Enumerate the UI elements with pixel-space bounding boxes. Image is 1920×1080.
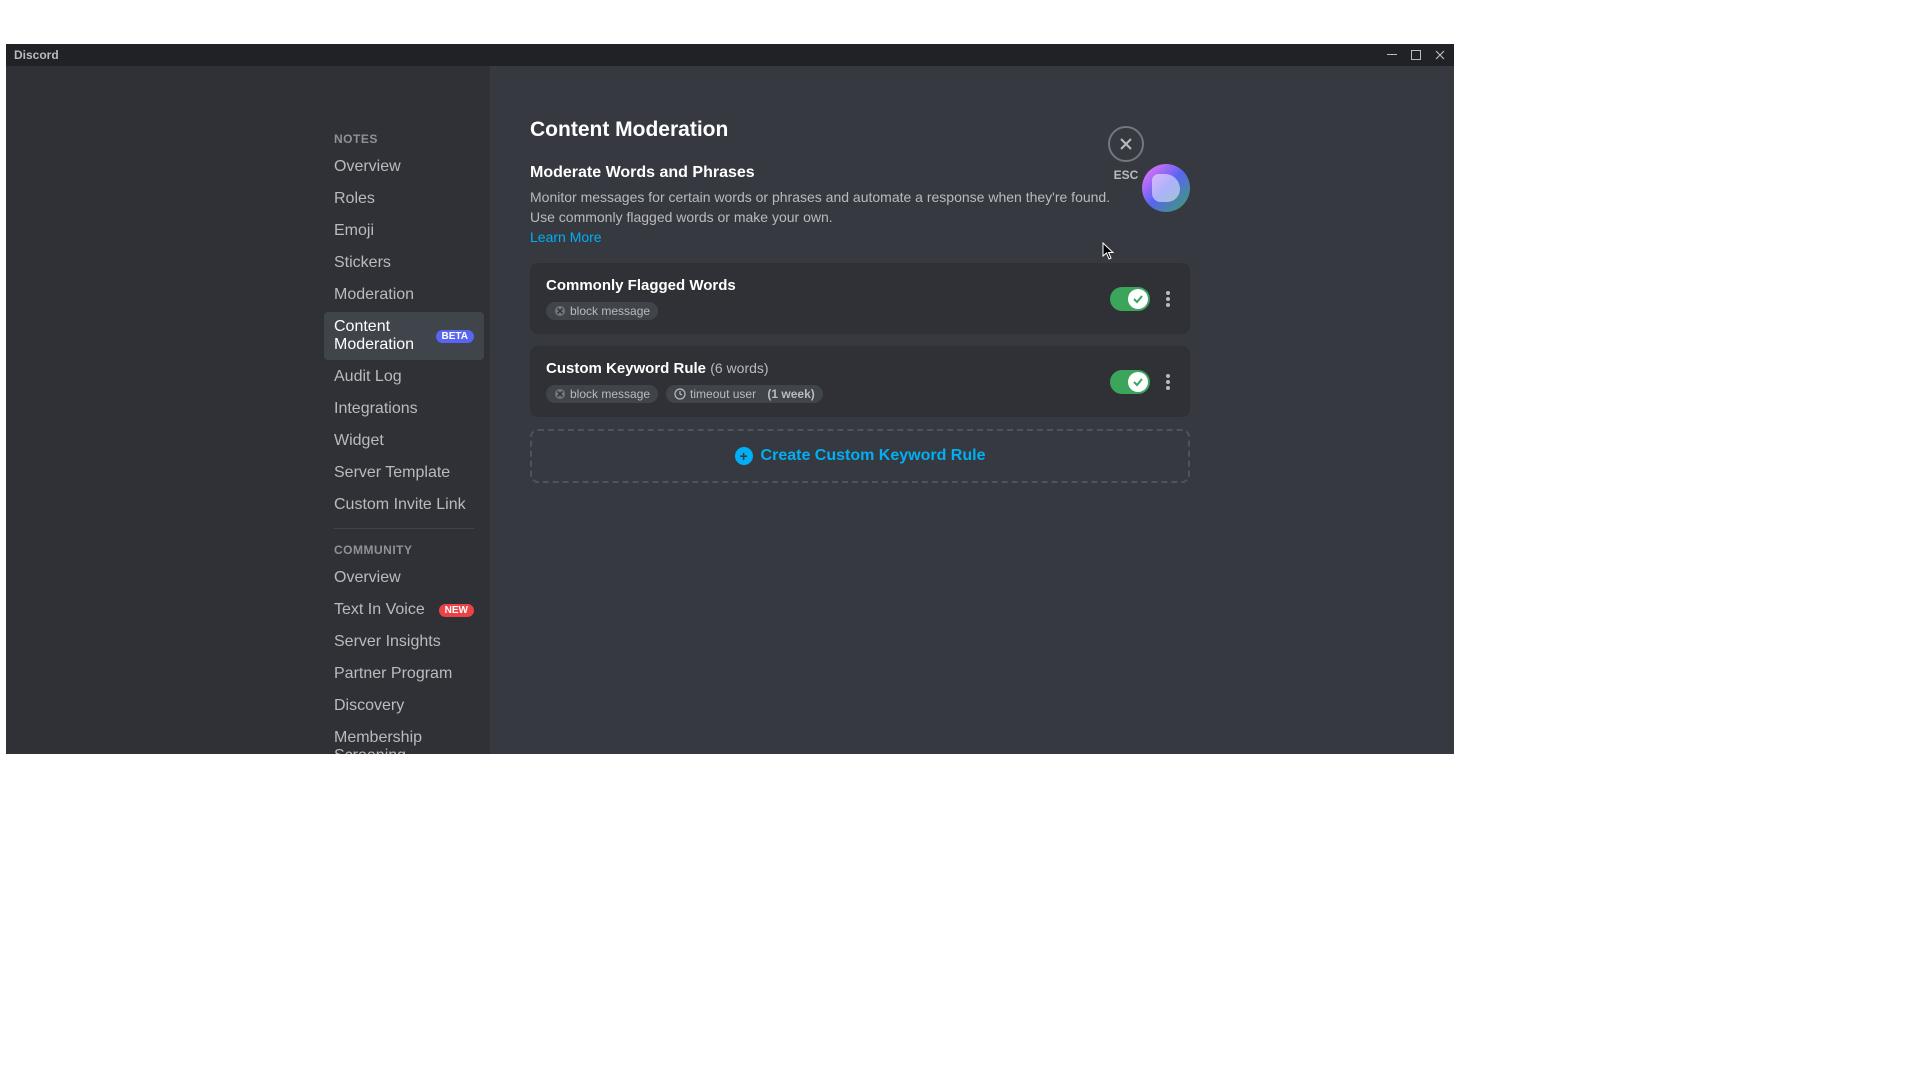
close-icon — [1108, 126, 1144, 162]
sidebar-section-notes: NOTES — [324, 126, 484, 152]
rule-toggle[interactable] — [1110, 287, 1150, 311]
sidebar-item-moderation[interactable]: Moderation — [324, 280, 484, 310]
beta-badge: BETA — [436, 330, 474, 343]
sidebar-item-community-overview[interactable]: Overview — [324, 563, 484, 593]
close-settings-button[interactable]: ESC — [1108, 126, 1144, 182]
sidebar-item-label: Server Template — [334, 464, 450, 482]
sidebar-item-label: Integrations — [334, 400, 418, 418]
section-header: Moderate Words and Phrases Monitor messa… — [530, 164, 1190, 247]
sidebar-item-server-template[interactable]: Server Template — [324, 458, 484, 488]
sidebar-item-label: Overview — [334, 158, 401, 176]
block-icon — [554, 305, 566, 317]
sidebar-item-server-insights[interactable]: Server Insights — [324, 627, 484, 657]
settings-sidebar: NOTES Overview Roles Emoji Stickers Mode… — [6, 66, 490, 754]
window-controls — [1386, 49, 1446, 61]
sidebar-item-label: Server Insights — [334, 633, 441, 651]
rule-tags: block message timeout user (1 week) — [546, 385, 1110, 403]
rule-tag-timeout-user: timeout user (1 week) — [666, 385, 823, 403]
sidebar-section-community: COMMUNITY — [324, 537, 484, 563]
toggle-thumb — [1128, 372, 1148, 392]
sidebar-item-label: Moderation — [334, 286, 414, 304]
sidebar-item-membership-screening[interactable]: Membership Screening — [324, 723, 484, 754]
automod-avatar — [1142, 164, 1190, 212]
rule-title: Custom Keyword Rule (6 words) — [546, 360, 1110, 377]
learn-more-link[interactable]: Learn More — [530, 229, 602, 245]
sidebar-item-label: Text In Voice — [334, 601, 425, 619]
rule-title: Commonly Flagged Words — [546, 277, 1110, 294]
sidebar-item-label: Partner Program — [334, 665, 452, 683]
sidebar-divider — [334, 528, 474, 529]
close-label: ESC — [1114, 168, 1139, 182]
content-area: NOTES Overview Roles Emoji Stickers Mode… — [6, 66, 1454, 754]
rule-title-text: Commonly Flagged Words — [546, 277, 736, 294]
sidebar-item-emoji[interactable]: Emoji — [324, 216, 484, 246]
titlebar: Discord — [6, 44, 1454, 66]
sidebar-item-label: Overview — [334, 569, 401, 587]
sidebar-item-integrations[interactable]: Integrations — [324, 394, 484, 424]
sidebar-item-label: Emoji — [334, 222, 374, 240]
rule-tag-label: block message — [570, 304, 650, 318]
rule-title-text: Custom Keyword Rule — [546, 360, 706, 377]
sidebar-item-label: Roles — [334, 190, 375, 208]
rule-tag-block-message: block message — [546, 385, 658, 403]
rule-tags: block message — [546, 302, 1110, 320]
rule-tag-duration: (1 week) — [767, 387, 814, 401]
sidebar-item-label: Membership Screening — [334, 729, 474, 754]
sidebar-item-overview[interactable]: Overview — [324, 152, 484, 182]
rule-toggle[interactable] — [1110, 370, 1150, 394]
close-window-button[interactable] — [1434, 49, 1446, 61]
sidebar-item-label: Audit Log — [334, 368, 402, 386]
sidebar-item-label: Stickers — [334, 254, 391, 272]
rule-more-menu[interactable] — [1162, 370, 1174, 394]
maximize-button[interactable] — [1410, 49, 1422, 61]
rule-more-menu[interactable] — [1162, 287, 1174, 311]
sidebar-item-discovery[interactable]: Discovery — [324, 691, 484, 721]
sidebar-item-label: Widget — [334, 432, 384, 450]
clock-icon — [674, 388, 686, 400]
toggle-thumb — [1128, 289, 1148, 309]
main-content: ESC Content Moderation Moderate Words an… — [490, 66, 1454, 754]
create-custom-keyword-rule-button[interactable]: + Create Custom Keyword Rule — [530, 429, 1190, 483]
sidebar-item-text-in-voice[interactable]: Text In Voice NEW — [324, 595, 484, 625]
sidebar-item-widget[interactable]: Widget — [324, 426, 484, 456]
rule-tag-block-message: block message — [546, 302, 658, 320]
minimize-button[interactable] — [1386, 49, 1398, 61]
rule-tag-label: timeout user — [690, 387, 756, 401]
page-title: Content Moderation — [530, 118, 1190, 142]
rule-card-commonly-flagged[interactable]: Commonly Flagged Words block message — [530, 263, 1190, 334]
rule-card-custom-keyword[interactable]: Custom Keyword Rule (6 words) block mess… — [530, 346, 1190, 417]
block-icon — [554, 388, 566, 400]
sidebar-item-roles[interactable]: Roles — [324, 184, 484, 214]
sidebar-item-partner-program[interactable]: Partner Program — [324, 659, 484, 689]
create-rule-label: Create Custom Keyword Rule — [761, 447, 986, 465]
app-window: Discord NOTES Overview Roles Emoji Stick… — [6, 44, 1454, 754]
section-description: Monitor messages for certain words or ph… — [530, 188, 1122, 227]
sidebar-item-content-moderation[interactable]: Content Moderation BETA — [324, 312, 484, 360]
section-subtitle: Moderate Words and Phrases — [530, 164, 1122, 182]
plus-icon: + — [735, 447, 753, 465]
sidebar-item-label: Custom Invite Link — [334, 496, 466, 514]
rule-tag-label: block message — [570, 387, 650, 401]
rule-title-meta: (6 words) — [710, 360, 768, 376]
sidebar-item-label: Content Moderation — [334, 318, 436, 354]
new-badge: NEW — [439, 604, 474, 617]
app-title: Discord — [14, 48, 59, 62]
sidebar-item-audit-log[interactable]: Audit Log — [324, 362, 484, 392]
sidebar-item-custom-invite-link[interactable]: Custom Invite Link — [324, 490, 484, 520]
sidebar-item-stickers[interactable]: Stickers — [324, 248, 484, 278]
sidebar-item-label: Discovery — [334, 697, 404, 715]
